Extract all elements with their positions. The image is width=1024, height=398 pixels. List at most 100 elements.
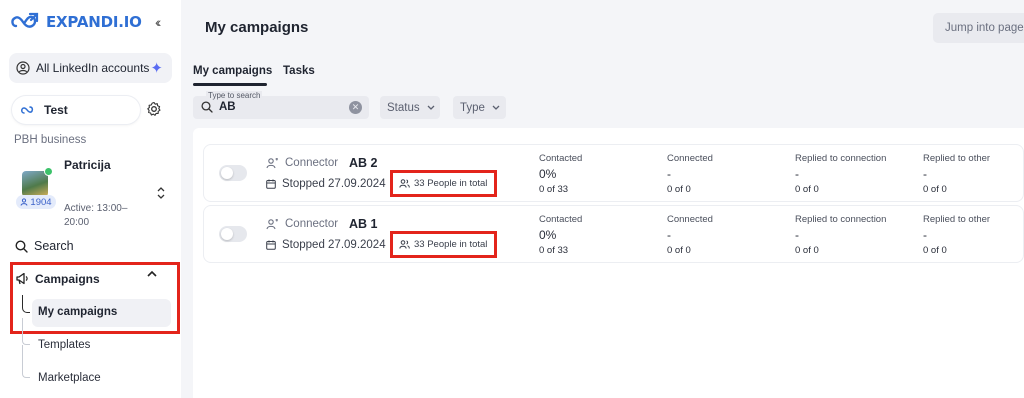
chevron-up-down-icon[interactable] bbox=[156, 186, 166, 203]
stat-label: Replied to connection bbox=[795, 153, 887, 164]
connections-badge: 1904 bbox=[16, 195, 56, 209]
campaign-type-label: Connector bbox=[285, 218, 339, 230]
stat-sub: 0 of 33 bbox=[539, 184, 569, 195]
connector-icon bbox=[266, 157, 278, 168]
person-icon bbox=[20, 198, 28, 206]
people-icon bbox=[399, 179, 410, 188]
stat-value: - bbox=[795, 167, 799, 181]
clear-search-icon[interactable]: ✕ bbox=[349, 101, 362, 114]
type-filter[interactable]: Type bbox=[453, 96, 506, 119]
sparkle-icon: ✦ bbox=[150, 60, 163, 77]
stat-value: - bbox=[923, 228, 927, 242]
stat-sub: 0 of 0 bbox=[795, 184, 819, 195]
type-filter-label: Type bbox=[460, 101, 485, 114]
nav-search[interactable]: Search bbox=[15, 239, 74, 253]
campaign-card[interactable]: Connector AB 2 Stopped 27.09.2024 33 Peo… bbox=[203, 144, 1024, 202]
campaign-toggle[interactable] bbox=[219, 165, 247, 181]
stat-contacted: Contacted 0% 0 of 33 bbox=[539, 153, 582, 195]
stat-sub: 0 of 0 bbox=[667, 245, 691, 256]
campaign-status: Stopped 27.09.2024 bbox=[266, 239, 386, 251]
stat-replied-other: Replied to other - 0 of 0 bbox=[923, 153, 990, 195]
stat-replied-connection: Replied to connection - 0 of 0 bbox=[795, 153, 886, 195]
campaign-name[interactable]: AB 2 bbox=[349, 156, 377, 170]
stat-label: Contacted bbox=[539, 153, 583, 164]
chevron-down-icon bbox=[427, 105, 435, 110]
search-float-label: Type to search bbox=[206, 91, 263, 100]
stat-label: Replied to other bbox=[923, 214, 991, 225]
nav-marketplace[interactable]: Marketplace bbox=[38, 372, 101, 384]
brand-logo[interactable]: EXPANDI.IO bbox=[10, 11, 142, 33]
all-accounts-label: All LinkedIn accounts bbox=[36, 61, 150, 75]
people-icon bbox=[399, 240, 410, 249]
tab-my-campaigns[interactable]: My campaigns bbox=[193, 65, 272, 77]
stat-replied-other: Replied to other - 0 of 0 bbox=[923, 214, 990, 256]
nav-my-campaigns[interactable]: My campaigns bbox=[32, 299, 171, 327]
calendar-icon bbox=[266, 179, 276, 189]
tree-connector bbox=[22, 295, 30, 313]
stat-value: 0% bbox=[539, 167, 557, 181]
user-name: Patricija bbox=[64, 158, 111, 172]
status-filter-label: Status bbox=[387, 101, 420, 114]
people-total-label: 33 People in total bbox=[414, 239, 488, 250]
sidebar: EXPANDI.IO ‹‹ All LinkedIn accounts ✦ Te… bbox=[0, 0, 181, 398]
expandi-logo-icon bbox=[11, 12, 39, 28]
search-icon bbox=[201, 101, 213, 113]
section-label: PBH business bbox=[14, 134, 87, 146]
campaign-search-input[interactable]: Type to search AB ✕ bbox=[193, 91, 369, 119]
campaign-status-label: Stopped 27.09.2024 bbox=[282, 239, 386, 251]
megaphone-icon bbox=[16, 273, 28, 285]
stat-connected: Connected - 0 of 0 bbox=[667, 153, 713, 195]
nav-campaigns-label: Campaigns bbox=[35, 272, 100, 286]
campaign-type-label: Connector bbox=[285, 157, 339, 169]
chevron-up-icon[interactable] bbox=[147, 270, 157, 278]
stat-sub: 0 of 0 bbox=[923, 245, 947, 256]
online-status-dot bbox=[44, 167, 53, 176]
stat-label: Replied to other bbox=[923, 153, 991, 164]
nav-campaigns[interactable]: Campaigns bbox=[16, 272, 100, 286]
stat-sub: 0 of 0 bbox=[795, 245, 819, 256]
people-total-badge: 33 People in total bbox=[390, 231, 497, 258]
status-filter[interactable]: Status bbox=[380, 96, 440, 119]
workspace-selector[interactable]: Test bbox=[12, 96, 140, 124]
brand-name: EXPANDI.IO bbox=[46, 13, 142, 31]
collapse-sidebar-icon[interactable]: ‹‹ bbox=[155, 14, 162, 30]
stat-value: - bbox=[667, 167, 671, 181]
stat-label: Connected bbox=[667, 214, 713, 225]
gear-icon[interactable] bbox=[146, 101, 162, 117]
calendar-icon bbox=[266, 240, 276, 250]
campaign-name[interactable]: AB 1 bbox=[349, 217, 377, 231]
main-content: My campaigns Jump into page... My campai… bbox=[181, 0, 1024, 398]
user-avatar[interactable]: 1904 bbox=[16, 165, 56, 211]
user-active-hours: Active: 13:00–20:00 bbox=[64, 203, 128, 228]
stat-sub: 0 of 0 bbox=[923, 184, 947, 195]
tab-tasks[interactable]: Tasks bbox=[283, 65, 315, 77]
campaign-status: Stopped 27.09.2024 bbox=[266, 178, 386, 190]
stat-label: Replied to connection bbox=[795, 214, 887, 225]
page-title: My campaigns bbox=[205, 19, 309, 36]
stat-replied-connection: Replied to connection - 0 of 0 bbox=[795, 214, 886, 256]
tree-connector bbox=[22, 368, 30, 378]
user-circle-icon bbox=[16, 61, 30, 75]
people-total-badge: 33 People in total bbox=[390, 170, 497, 197]
nav-search-label: Search bbox=[34, 239, 74, 253]
stat-connected: Connected - 0 of 0 bbox=[667, 214, 713, 256]
campaign-type: Connector bbox=[266, 157, 338, 169]
stat-value: 0% bbox=[539, 228, 557, 242]
stat-value: - bbox=[667, 228, 671, 242]
connector-icon bbox=[266, 218, 278, 229]
jump-into-page-input[interactable]: Jump into page... bbox=[933, 13, 1024, 43]
nav-templates[interactable]: Templates bbox=[38, 339, 90, 351]
search-icon bbox=[15, 239, 28, 253]
link-icon bbox=[21, 106, 34, 114]
stat-sub: 0 of 33 bbox=[539, 245, 569, 256]
avatar bbox=[22, 171, 48, 197]
all-accounts-button[interactable]: All LinkedIn accounts ✦ bbox=[9, 53, 172, 83]
chevron-down-icon bbox=[492, 105, 500, 110]
campaign-type: Connector bbox=[266, 218, 338, 230]
campaign-card[interactable]: Connector AB 1 Stopped 27.09.2024 33 Peo… bbox=[203, 205, 1024, 263]
workspace-label: Test bbox=[44, 103, 68, 117]
tree-connector bbox=[22, 335, 30, 345]
campaign-list-panel: Connector AB 2 Stopped 27.09.2024 33 Peo… bbox=[193, 128, 1024, 398]
campaign-toggle[interactable] bbox=[219, 226, 247, 242]
connections-count: 1904 bbox=[30, 196, 52, 208]
